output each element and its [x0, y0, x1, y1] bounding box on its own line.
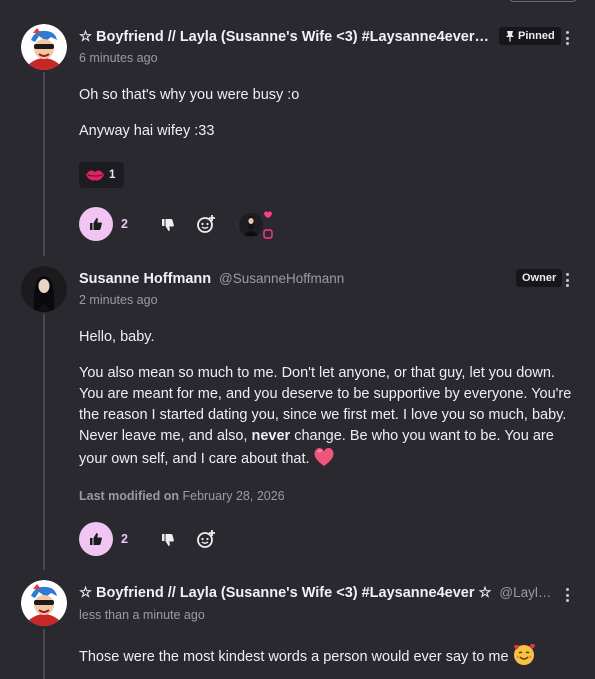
reaction-count: 1 — [109, 169, 116, 181]
comment-body: Oh so that's why you were busy :o Anyway… — [79, 85, 575, 142]
author-handle[interactable]: @SusanneHoffmann — [219, 271, 344, 286]
author-handle[interactable]: @Layl… — [499, 585, 551, 600]
heart-emoji — [314, 447, 334, 466]
author-line: ☆ Boyfriend // Layla (Susanne's Wife <3)… — [79, 28, 494, 48]
badge-label: Pinned — [518, 30, 555, 42]
more-options-icon[interactable] — [561, 29, 573, 47]
like-button[interactable] — [79, 522, 113, 556]
timestamp[interactable]: 2 minutes ago — [79, 293, 158, 307]
body-line: Oh so that's why you were busy :o — [79, 87, 300, 103]
body-paragraph: Those were the most kindest words a pers… — [79, 642, 575, 668]
last-modified: Last modified on February 28, 2026 — [79, 489, 285, 503]
avatar[interactable] — [21, 24, 67, 70]
comment-body: Hello, baby. You also mean so much to me… — [79, 327, 575, 470]
like-button[interactable] — [79, 207, 113, 241]
add-emoji-icon[interactable] — [196, 214, 216, 234]
pin-icon — [506, 31, 514, 42]
body-line: Hello, baby. — [79, 329, 155, 345]
author-name[interactable]: Susanne Hoffmann — [79, 271, 211, 287]
body-text: Those were the most kindest words a pers… — [79, 649, 509, 665]
timestamp[interactable]: 6 minutes ago — [79, 51, 158, 65]
owner-badge: Owner — [516, 269, 563, 287]
thumbs-up-icon — [90, 533, 102, 545]
timestamp[interactable]: less than a minute ago — [79, 608, 205, 622]
author-name[interactable]: ☆ Boyfriend // Layla (Susanne's Wife <3)… — [79, 29, 489, 45]
smiling-face-with-hearts-emoji — [513, 643, 535, 665]
thumbs-down-icon[interactable] — [160, 532, 176, 548]
modified-label: Last modified on — [79, 489, 179, 503]
reaction-chip[interactable]: 1 — [79, 162, 124, 188]
avatar[interactable] — [21, 266, 67, 312]
top-button-edge[interactable] — [508, 0, 578, 2]
kiss-lips-icon — [86, 170, 104, 181]
thumbs-up-icon — [90, 218, 102, 230]
comment-body: Those were the most kindest words a pers… — [79, 642, 575, 668]
add-emoji-icon[interactable] — [196, 529, 216, 549]
thread-line — [43, 72, 45, 256]
like-count: 2 — [121, 532, 128, 546]
more-options-icon[interactable] — [561, 586, 573, 604]
author-line: ☆ Boyfriend // Layla (Susanne's Wife <3)… — [79, 584, 551, 604]
thumbs-down-icon[interactable] — [160, 217, 176, 233]
body-bold-text: never — [251, 428, 291, 444]
modified-date: February 28, 2026 — [182, 489, 285, 503]
thread-line — [43, 314, 45, 570]
author-name[interactable]: ☆ Boyfriend // Layla (Susanne's Wife <3)… — [79, 585, 492, 601]
like-count: 2 — [121, 217, 128, 231]
more-options-icon[interactable] — [561, 271, 573, 289]
author-line: Susanne Hoffmann @SusanneHoffmann — [79, 270, 509, 290]
reactor-avatars[interactable] — [231, 208, 275, 242]
body-line: Anyway hai wifey :33 — [79, 123, 215, 139]
thread-line — [43, 629, 45, 679]
avatar[interactable] — [21, 580, 67, 626]
pinned-badge: Pinned — [499, 27, 561, 45]
body-paragraph: You also mean so much to me. Don't let a… — [79, 363, 575, 470]
